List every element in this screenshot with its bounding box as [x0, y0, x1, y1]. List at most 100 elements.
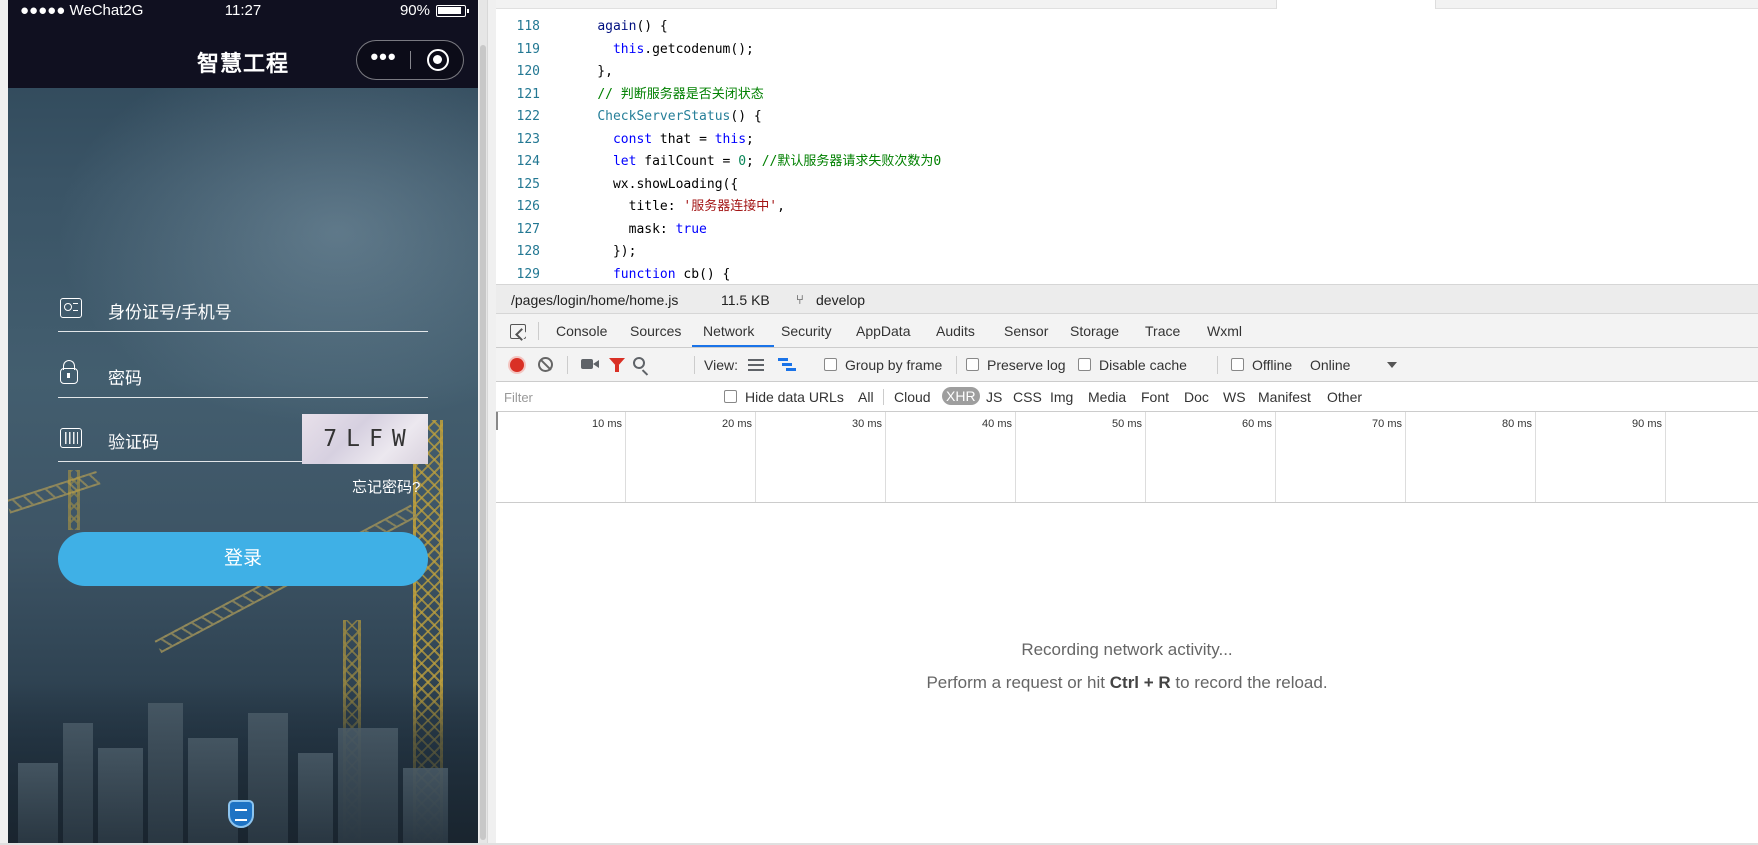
- filter-type-js[interactable]: JS: [986, 389, 1002, 405]
- offline-label: Offline: [1252, 357, 1293, 373]
- code-editor[interactable]: 118 again() {119 this.getcodenum(); 120 }…: [496, 0, 1758, 284]
- code-line[interactable]: 125 wx.showLoading({: [496, 174, 1758, 197]
- large-rows-icon[interactable]: [748, 359, 764, 371]
- filter-type-all[interactable]: All: [858, 389, 874, 405]
- captcha-field[interactable]: 验证码: [58, 416, 302, 462]
- password-field[interactable]: 密码: [58, 352, 428, 398]
- disable-cache-label: Disable cache: [1099, 357, 1187, 373]
- inspect-element-icon[interactable]: [510, 324, 526, 339]
- code-text: again() {: [566, 16, 667, 39]
- line-number: 118: [516, 19, 540, 34]
- id-card-icon: [60, 298, 82, 318]
- code-line[interactable]: 118 again() {: [496, 16, 1758, 39]
- tab-storage[interactable]: Storage: [1070, 323, 1119, 339]
- tab-network[interactable]: Network: [703, 323, 754, 339]
- tab-sensor[interactable]: Sensor: [1004, 323, 1048, 339]
- code-line[interactable]: 126 title: '服务器连接中',: [496, 196, 1758, 219]
- offline-checkbox[interactable]: [1231, 358, 1244, 371]
- record-hint-suffix: to record the reload.: [1170, 673, 1328, 692]
- group-by-frame-checkbox[interactable]: [824, 358, 837, 371]
- tab-trace[interactable]: Trace: [1145, 323, 1180, 339]
- devtools-window: ●●●●● WeChat2G 11:27 90% 智慧工程 ••• 身份证号/手…: [0, 0, 1758, 845]
- code-token: const: [612, 131, 653, 147]
- code-line[interactable]: 123 const that = this;: [496, 129, 1758, 152]
- code-line[interactable]: 128 });: [496, 241, 1758, 264]
- filter-type-other[interactable]: Other: [1327, 389, 1362, 405]
- forgot-password-link[interactable]: 忘记密码?: [352, 476, 420, 497]
- toolbar-divider: [956, 356, 957, 374]
- filter-icon[interactable]: [609, 358, 625, 372]
- timeline-tick: 70 ms: [1276, 412, 1406, 502]
- capsule-menu[interactable]: •••: [356, 40, 464, 80]
- line-number: 126: [516, 199, 540, 214]
- filter-type-doc[interactable]: Doc: [1184, 389, 1209, 405]
- filter-type-xhr[interactable]: XHR: [942, 387, 980, 405]
- code-text: const that = this;: [566, 129, 754, 152]
- code-token: .getcodenum();: [644, 41, 754, 57]
- filter-type-manifest[interactable]: Manifest: [1258, 389, 1311, 405]
- chevron-down-icon[interactable]: [1387, 362, 1397, 368]
- hide-data-urls-checkbox[interactable]: [724, 390, 737, 403]
- search-icon[interactable]: [633, 357, 645, 369]
- code-line[interactable]: 120 },: [496, 61, 1758, 84]
- code-token: CheckServerStatus: [597, 109, 731, 124]
- tab-appdata[interactable]: AppData: [856, 323, 910, 339]
- timeline-tick-label: 40 ms: [982, 418, 1012, 430]
- git-branch[interactable]: develop: [816, 292, 865, 308]
- reload-shortcut: Ctrl + R: [1109, 673, 1171, 692]
- panel-splitter[interactable]: [488, 0, 496, 845]
- code-line[interactable]: 122 CheckServerStatus() {: [496, 106, 1758, 129]
- tab-security[interactable]: Security: [781, 323, 832, 339]
- code-line[interactable]: 129 function cb() {: [496, 264, 1758, 285]
- filter-type-cloud[interactable]: Cloud: [894, 389, 931, 405]
- toolbar-divider: [694, 356, 695, 374]
- timeline-tick: 20 ms: [626, 412, 756, 502]
- tab-audits[interactable]: Audits: [936, 323, 975, 339]
- network-timeline-overview[interactable]: 10 ms 20 ms 30 ms 40 ms 50 ms 60 ms 70 m…: [496, 412, 1758, 503]
- code-token: function: [612, 266, 676, 282]
- tab-wxml[interactable]: Wxml: [1207, 323, 1242, 339]
- record-target-icon[interactable]: [427, 49, 449, 71]
- timeline-tick: 50 ms: [1016, 412, 1146, 502]
- more-dots-icon[interactable]: •••: [357, 41, 410, 79]
- code-line[interactable]: 124 let failCount = 0; //默认服务器请求失败次数为0: [496, 151, 1758, 174]
- throttling-select[interactable]: Online: [1310, 357, 1350, 373]
- tab-console[interactable]: Console: [556, 323, 607, 339]
- captcha-image[interactable]: 7LFW: [302, 414, 428, 464]
- toolbar-divider: [1217, 356, 1218, 374]
- code-line[interactable]: 119 this.getcodenum();: [496, 39, 1758, 62]
- login-button[interactable]: 登录: [58, 532, 428, 586]
- barcode-icon: [60, 428, 82, 448]
- active-editor-tab[interactable]: [1276, 0, 1436, 9]
- editor-tab-strip: [496, 0, 1758, 9]
- clear-icon[interactable]: [538, 357, 553, 372]
- code-token: '服务器连接中': [683, 199, 778, 214]
- capture-screenshots-icon[interactable]: [581, 359, 593, 369]
- tab-sources[interactable]: Sources: [630, 323, 681, 339]
- filter-type-css[interactable]: CSS: [1013, 389, 1042, 405]
- code-line[interactable]: 127 mask: true: [496, 219, 1758, 242]
- filter-type-img[interactable]: Img: [1050, 389, 1073, 405]
- disable-cache-checkbox[interactable]: [1078, 358, 1091, 371]
- line-number: 128: [516, 244, 540, 259]
- code-text: CheckServerStatus() {: [566, 106, 762, 129]
- record-icon[interactable]: [510, 358, 524, 372]
- filter-type-ws[interactable]: WS: [1223, 389, 1246, 405]
- simulator-scrollbar[interactable]: [479, 0, 487, 843]
- filter-input[interactable]: [500, 386, 700, 408]
- id-field[interactable]: 身份证号/手机号: [58, 286, 428, 332]
- home-bubble-icon[interactable]: [228, 800, 254, 828]
- code-line[interactable]: 121 // 判断服务器是否关闭状态: [496, 84, 1758, 107]
- line-number: 129: [516, 266, 540, 282]
- scrollbar-thumb[interactable]: [480, 45, 486, 840]
- filter-type-font[interactable]: Font: [1141, 389, 1169, 405]
- code-token: cb() {: [675, 266, 731, 282]
- preserve-log-checkbox[interactable]: [966, 358, 979, 371]
- waterfall-icon[interactable]: [778, 358, 796, 372]
- filter-type-media[interactable]: Media: [1088, 389, 1126, 405]
- code-token: () {: [730, 109, 762, 124]
